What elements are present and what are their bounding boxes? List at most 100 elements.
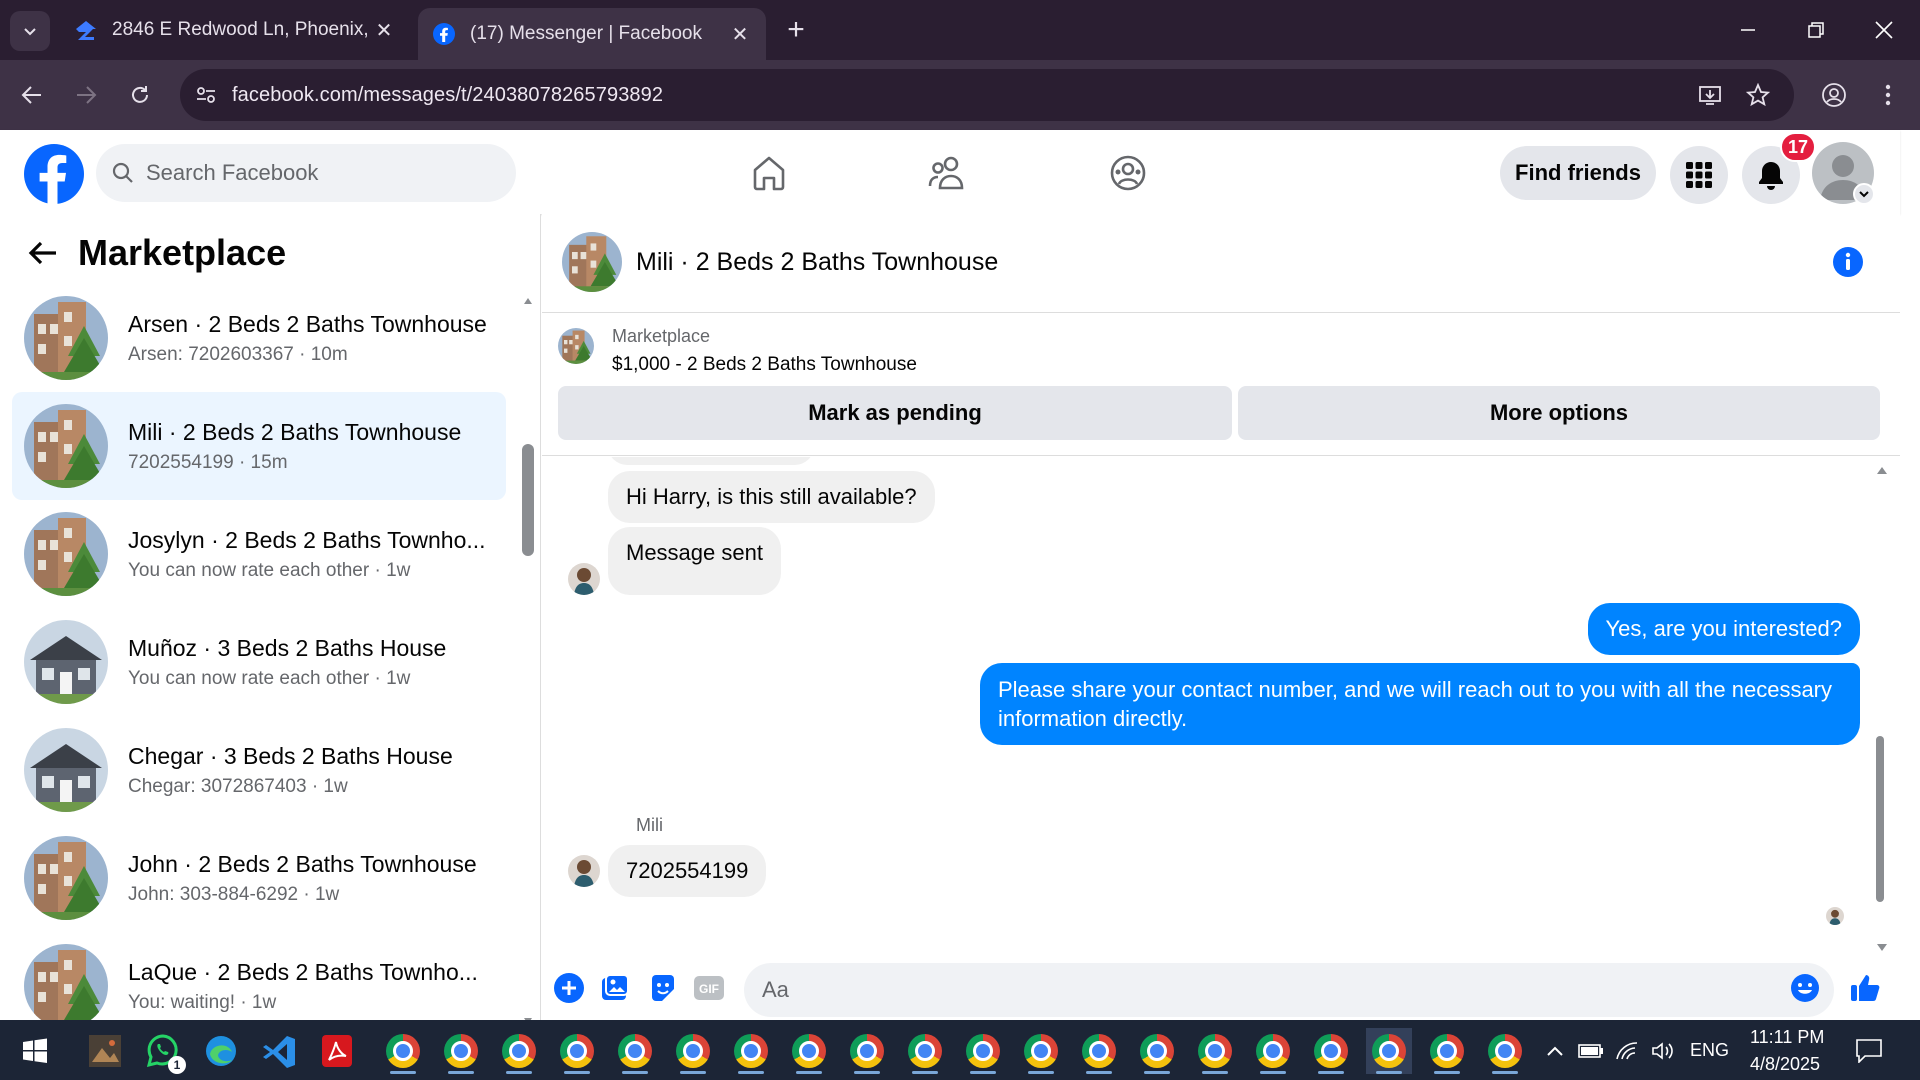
contact-avatar[interactable] [568,855,600,887]
taskbar-app-vscode[interactable] [256,1028,302,1074]
mark-as-pending-button[interactable]: Mark as pending [558,386,1232,440]
taskbar-app-chrome[interactable] [1424,1028,1470,1074]
sidebar-scrollbar-thumb[interactable] [522,444,534,556]
close-icon[interactable]: ✕ [728,22,752,46]
taskbar-app-chrome[interactable] [1134,1028,1180,1074]
more-options-button[interactable]: More options [1238,386,1880,440]
taskbar-app-chrome[interactable] [728,1028,774,1074]
conversation-name: Mili · 2 Beds 2 Baths Townhouse [128,418,462,445]
message-input[interactable]: Aa [744,963,1834,1017]
arrow-left-icon[interactable] [28,240,58,266]
message-bubble-incoming[interactable]: Message sent [608,527,781,595]
nav-home[interactable] [744,148,794,198]
sidebar-scrollbar[interactable] [522,226,534,1030]
taskbar-app-chrome[interactable] [1308,1028,1354,1074]
menu-button[interactable] [1670,146,1728,204]
minimize-button[interactable] [1728,10,1768,50]
like-button[interactable] [1848,971,1882,1005]
browser-tab-zillow[interactable]: 2846 E Redwood Ln, Phoenix, A ✕ [60,8,410,52]
address-bar[interactable]: facebook.com/messages/t/2403807826579389… [180,69,1794,121]
chrome-icon [1314,1034,1348,1068]
find-friends-button[interactable]: Find friends [1500,146,1656,200]
taskbar-app-chrome[interactable] [960,1028,1006,1074]
new-tab-button[interactable]: + [780,13,812,46]
conversation-item[interactable]: Chegar · 3 Beds 2 Baths House Chegar: 307… [12,716,506,824]
clock-date[interactable]: 4/8/2025 [1750,1054,1820,1075]
nav-groups[interactable] [1103,148,1153,198]
clock-time[interactable]: 11:11 PM [1750,1027,1824,1048]
start-button[interactable] [12,1028,58,1074]
account-menu-button[interactable] [1853,183,1875,205]
chrome-icon [618,1034,652,1068]
emoji-button[interactable] [1788,971,1822,1005]
message-bubble-incoming[interactable]: 7202554199 [608,845,767,897]
volume-indicator[interactable] [1640,1028,1686,1074]
info-icon[interactable] [1832,246,1864,278]
listing-thumbnail[interactable] [562,232,622,292]
chat-scrollbar-thumb[interactable] [1876,736,1884,902]
attach-photo-button[interactable] [598,971,632,1005]
taskbar-app-chrome[interactable] [496,1028,542,1074]
contact-avatar[interactable] [568,563,600,595]
taskbar-app-whatsapp[interactable]: 1 [140,1028,186,1074]
facebook-search-input[interactable]: Search Facebook [96,144,516,202]
taskbar-app-chrome[interactable] [844,1028,890,1074]
conversation-item[interactable]: Arsen · 2 Beds 2 Baths Townhouse Arsen: 7… [12,284,506,392]
sticker-button[interactable] [646,971,680,1005]
taskbar-app-chrome[interactable] [786,1028,832,1074]
message-bubble-incoming[interactable]: Hi Harry, is this still available? [608,471,935,523]
running-indicator [680,1071,706,1074]
taskbar-app-chrome[interactable] [902,1028,948,1074]
taskbar-app-chrome[interactable] [1018,1028,1064,1074]
tab-search-button[interactable] [10,11,50,51]
chrome-icon [1140,1034,1174,1068]
site-info-icon[interactable] [180,84,232,106]
listing-thumbnail-small[interactable] [558,328,594,364]
forward-button[interactable] [66,75,106,115]
close-window-button[interactable] [1864,10,1904,50]
listing-price-title[interactable]: $1,000 - 2 Beds 2 Baths Townhouse [612,354,917,376]
nav-friends[interactable] [922,148,972,198]
bookmark-button[interactable] [1738,75,1778,115]
arrow-left-icon [21,86,41,104]
taskbar-app-chrome[interactable] [1250,1028,1296,1074]
back-button[interactable] [12,75,52,115]
install-app-button[interactable] [1690,75,1730,115]
restore-button[interactable] [1796,10,1836,50]
conversation-item[interactable]: LaQue · 2 Beds 2 Baths Townho... You: wai… [12,932,506,1020]
taskbar-app-chrome[interactable] [438,1028,484,1074]
running-indicator [1028,1071,1054,1074]
taskbar-app-chrome[interactable] [670,1028,716,1074]
running-indicator [448,1071,474,1074]
browser-menu-button[interactable] [1868,75,1908,115]
profile-button[interactable] [1814,75,1854,115]
chat-title[interactable]: Mili · 2 Beds 2 Baths Townhouse [636,248,998,277]
chevron-down-icon [24,28,36,36]
taskbar-app-edge[interactable] [198,1028,244,1074]
chevron-down-icon [1859,191,1869,198]
conversation-item[interactable]: Josylyn · 2 Beds 2 Baths Townho... You ca… [12,500,506,608]
notification-center-button[interactable] [1846,1028,1892,1074]
conversation-item[interactable]: Muñoz · 3 Beds 2 Baths House You can now … [12,608,506,716]
more-actions-button[interactable] [552,971,586,1005]
taskbar-app-acrobat[interactable] [314,1028,360,1074]
taskbar-app-chrome[interactable] [1076,1028,1122,1074]
reload-button[interactable] [120,75,160,115]
conversation-item[interactable]: Mili · 2 Beds 2 Baths Townhouse 720255419… [12,392,506,500]
gif-button[interactable]: GIF [692,971,726,1005]
taskbar-app-chrome[interactable] [380,1028,426,1074]
taskbar-app-photo[interactable] [82,1028,128,1074]
browser-tab-messenger[interactable]: (17) Messenger | Facebook ✕ [418,8,766,60]
taskbar-app-chrome[interactable] [1192,1028,1238,1074]
taskbar-app-chrome[interactable] [554,1028,600,1074]
conversation-item[interactable]: John · 2 Beds 2 Baths Townhouse John: 303… [12,824,506,932]
taskbar-app-chrome[interactable] [1482,1028,1528,1074]
message-bubble-outgoing[interactable]: Yes, are you interested? [1587,603,1860,655]
taskbar-app-chrome[interactable] [1366,1028,1412,1074]
message-bubble-outgoing[interactable]: Please share your contact number, and we… [980,663,1860,745]
facebook-logo-icon[interactable] [24,144,84,204]
close-icon[interactable]: ✕ [372,18,396,42]
input-language[interactable]: ENG [1690,1040,1729,1061]
chrome-icon [560,1034,594,1068]
taskbar-app-chrome[interactable] [612,1028,658,1074]
